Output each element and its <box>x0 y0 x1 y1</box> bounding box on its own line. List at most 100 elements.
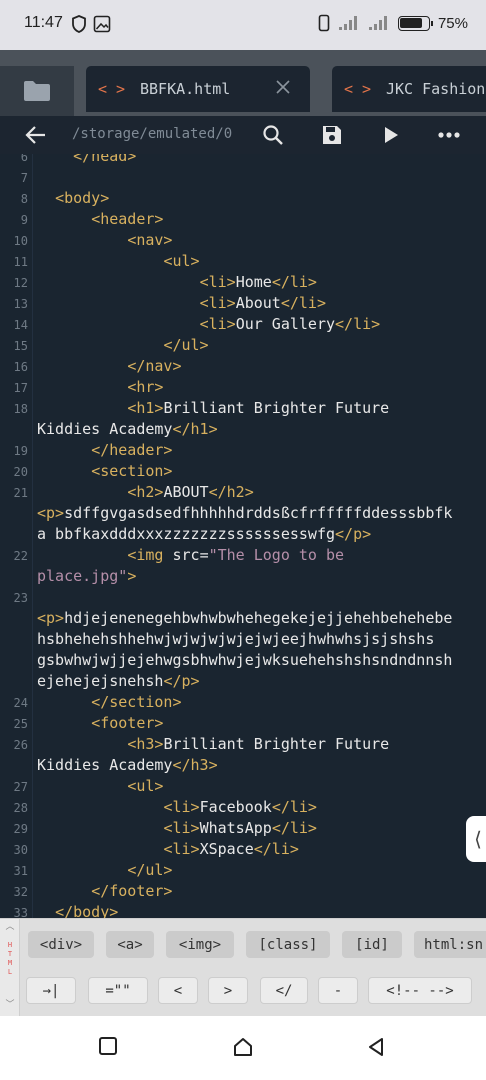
save-icon[interactable] <box>321 124 343 146</box>
more-options-icon[interactable] <box>437 128 461 142</box>
snippet-comment[interactable]: <!-- --> <box>368 977 472 1004</box>
code-line[interactable]: gsbwhwjwjjejehwgsbhwhwjejwksuehehshshsnd… <box>37 651 482 672</box>
snippet-id[interactable]: [id] <box>342 931 402 958</box>
snippet-gt[interactable]: > <box>208 977 248 1004</box>
code-line[interactable]: ejehejejsnehsh</p> <box>37 672 482 693</box>
code-line[interactable]: <li>WhatsApp</li> <box>37 819 482 840</box>
code-line[interactable]: </ul> <box>37 336 482 357</box>
line-number <box>0 420 28 441</box>
code-line[interactable]: <h2>ABOUT</h2> <box>37 483 482 504</box>
snippet-dash[interactable]: - <box>318 977 358 1004</box>
close-icon[interactable] <box>274 78 292 96</box>
code-line[interactable]: <li>XSpace</li> <box>37 840 482 861</box>
line-number <box>0 504 28 525</box>
code-line[interactable]: a bbfkaxdddxxxzzzzzzzssssssesswfg</p> <box>37 525 482 546</box>
file-path: /storage/emulated/0 <box>72 126 233 142</box>
code-string: place.jpg" <box>37 567 128 585</box>
code-line[interactable]: <li>About</li> <box>37 294 482 315</box>
code-tag: <li> <box>199 294 236 312</box>
line-number: 25 <box>13 717 28 731</box>
code-line[interactable]: <img src="The Logo to be <box>37 546 482 567</box>
code-line[interactable]: </footer> <box>37 882 482 903</box>
snippet-html-snippet[interactable]: html:sn <box>414 931 486 958</box>
code-text: About <box>235 294 281 312</box>
code-line[interactable]: <p>hdjejenenegehbwhwbwhehegekejejjehehbe… <box>37 609 482 630</box>
code-tag: <p> <box>37 504 65 522</box>
code-tag: </li> <box>271 819 317 837</box>
image-icon <box>93 15 111 33</box>
snippet-lt[interactable]: < <box>158 977 198 1004</box>
snippet-class[interactable]: [class] <box>246 931 330 958</box>
line-number: 15 <box>13 339 28 353</box>
snippet-attr-quotes[interactable]: ="" <box>88 977 148 1004</box>
back-icon[interactable] <box>366 1036 386 1058</box>
line-number: 21 <box>13 486 28 500</box>
snippet-language-toggle[interactable]: ︿ HTML ﹀ <box>0 919 20 1017</box>
code-line[interactable]: Kiddies Academy</h3> <box>37 756 482 777</box>
line-number <box>0 567 28 588</box>
recent-apps-icon[interactable] <box>98 1036 118 1056</box>
folder-icon <box>24 81 50 101</box>
code-text: hdjejenenegehbwhwbwhehegekejejjehehbeheh… <box>64 609 453 627</box>
code-line[interactable]: <header> <box>37 210 482 231</box>
home-icon[interactable] <box>232 1036 254 1058</box>
code-line[interactable]: <footer> <box>37 714 482 735</box>
code-line[interactable]: </header> <box>37 441 482 462</box>
side-panel-handle[interactable]: ⟨ <box>466 816 486 862</box>
code-icon: < > <box>344 80 372 98</box>
back-arrow-icon[interactable] <box>25 125 47 145</box>
code-text: Our Gallery <box>235 315 336 333</box>
shield-icon <box>72 15 86 33</box>
snippet-img[interactable]: <img> <box>166 931 234 958</box>
code-text: Kiddies Academy <box>37 756 173 774</box>
line-number: 20 <box>13 465 28 479</box>
code-line[interactable]: Kiddies Academy</h1> <box>37 420 482 441</box>
code-line[interactable]: <ul> <box>37 252 482 273</box>
code-line[interactable]: hsbhehehshhehwjwjwjwjwjejwjeejhwhwhsjsjs… <box>37 630 482 651</box>
line-number: 6 <box>20 154 28 164</box>
line-number: 18 <box>13 402 28 416</box>
code-line[interactable]: <h1>Brilliant Brighter Future <box>37 399 482 420</box>
code-line[interactable]: <nav> <box>37 231 482 252</box>
code-line[interactable]: </ul> <box>37 861 482 882</box>
code-line[interactable]: <hr> <box>37 378 482 399</box>
code-tag: </li> <box>280 294 326 312</box>
code-tag: <li> <box>199 273 236 291</box>
battery-icon <box>397 15 433 31</box>
snippet-div[interactable]: <div> <box>28 931 94 958</box>
code-line[interactable]: </body> <box>37 903 482 918</box>
code-line[interactable]: </nav> <box>37 357 482 378</box>
code-tag: <section> <box>91 462 173 480</box>
code-line[interactable]: <li>Home</li> <box>37 273 482 294</box>
line-number: 12 <box>13 276 28 290</box>
code-editor[interactable]: 6 7 8 9 10 11 12 13 14 15 16 17 18 19 20 21 22 23 24 25 26 27… <box>0 154 486 918</box>
code-line[interactable]: <ul> <box>37 777 482 798</box>
code-line[interactable]: </head> <box>37 154 482 168</box>
code-tag: <li> <box>163 798 200 816</box>
run-icon[interactable] <box>381 124 401 146</box>
code-tag: </li> <box>335 315 381 333</box>
code-tag: <h3> <box>127 735 164 753</box>
code-text: XSpace <box>199 840 254 858</box>
snippet-language-label: HTML <box>7 941 13 976</box>
code-tag: <ul> <box>127 777 164 795</box>
snippet-a[interactable]: <a> <box>106 931 154 958</box>
tab-bbfka[interactable]: < > BBFKA.html <box>86 66 310 112</box>
code-line[interactable]: <li>Our Gallery</li> <box>37 315 482 336</box>
code-icon: < > <box>98 80 126 98</box>
code-line[interactable]: <h3>Brilliant Brighter Future <box>37 735 482 756</box>
code-line[interactable]: place.jpg"> <box>37 567 482 588</box>
tab-jkc-fashion[interactable]: < > JKC Fashion <box>332 66 486 112</box>
search-icon[interactable] <box>262 124 284 146</box>
file-browser-button[interactable] <box>0 66 74 116</box>
code-line[interactable]: <body> <box>37 189 482 210</box>
code-line[interactable]: <section> <box>37 462 482 483</box>
code-line[interactable]: <li>Facebook</li> <box>37 798 482 819</box>
code-tag: <h1> <box>127 399 164 417</box>
snippet-close-tag[interactable]: </ <box>260 977 308 1004</box>
snippet-tab[interactable]: →| <box>26 977 76 1004</box>
line-number: 17 <box>13 381 28 395</box>
code-line[interactable]: <p>sdffgvgasdsedfhhhhhdrddsßcfrfffffddes… <box>37 504 482 525</box>
code-line[interactable]: </section> <box>37 693 482 714</box>
code-text: WhatsApp <box>199 819 272 837</box>
